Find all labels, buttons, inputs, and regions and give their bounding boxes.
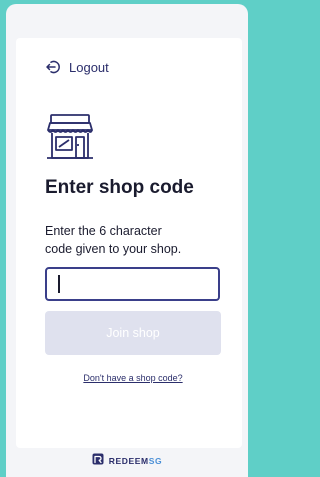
- text-cursor: [58, 275, 60, 293]
- instructions-line-2: code given to your shop.: [45, 242, 182, 256]
- logout-icon: [45, 59, 61, 75]
- brand-sg: SG: [148, 456, 163, 466]
- instructions-line-1: Enter the 6 character: [45, 224, 162, 238]
- brand-redeem: REDEEM: [108, 456, 149, 466]
- logout-label: Logout: [69, 59, 109, 75]
- redeemsg-logo-icon: [92, 452, 104, 470]
- instructions: Enter the 6 character code given to your…: [45, 222, 225, 258]
- page-title: Enter shop code: [45, 177, 194, 198]
- shop-code-input[interactable]: [45, 267, 220, 301]
- logout-button[interactable]: Logout: [45, 57, 109, 77]
- join-shop-button[interactable]: Join shop: [45, 311, 221, 355]
- shop-icon: [45, 113, 97, 163]
- brand-wordmark: REDEEMSG: [109, 456, 162, 466]
- no-shop-code-link[interactable]: Don't have a shop code?: [45, 373, 221, 383]
- brand-footer: REDEEMSG: [0, 452, 254, 470]
